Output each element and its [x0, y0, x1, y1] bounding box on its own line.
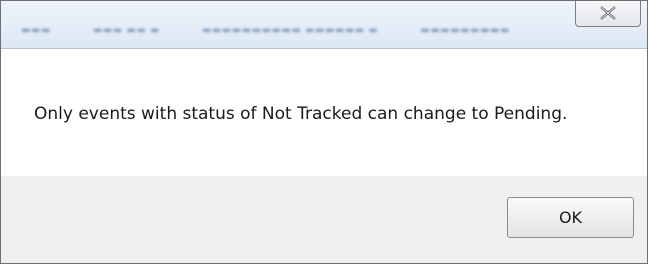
- dialog-titlebar: ▬▬▬ ▬▬▬ ▬▬ ▬ ▬▬▬▬▬▬▬▬▬▬ ▬▬▬▬▬▬ ▬ ▬▬▬▬▬▬▬▬▬: [1, 1, 647, 49]
- close-button[interactable]: [575, 1, 641, 27]
- ok-button[interactable]: OK: [507, 197, 634, 238]
- message-dialog: ▬▬▬ ▬▬▬ ▬▬ ▬ ▬▬▬▬▬▬▬▬▬▬ ▬▬▬▬▬▬ ▬ ▬▬▬▬▬▬▬▬▬ …: [0, 0, 648, 264]
- blurred-background-text: ▬▬▬ ▬▬▬ ▬▬ ▬ ▬▬▬▬▬▬▬▬▬▬ ▬▬▬▬▬▬ ▬ ▬▬▬▬▬▬▬▬▬: [21, 25, 510, 36]
- close-icon: [599, 6, 617, 20]
- dialog-footer: OK: [1, 176, 647, 263]
- dialog-message: Only events with status of Not Tracked c…: [34, 104, 568, 124]
- dialog-content: Only events with status of Not Tracked c…: [1, 49, 647, 176]
